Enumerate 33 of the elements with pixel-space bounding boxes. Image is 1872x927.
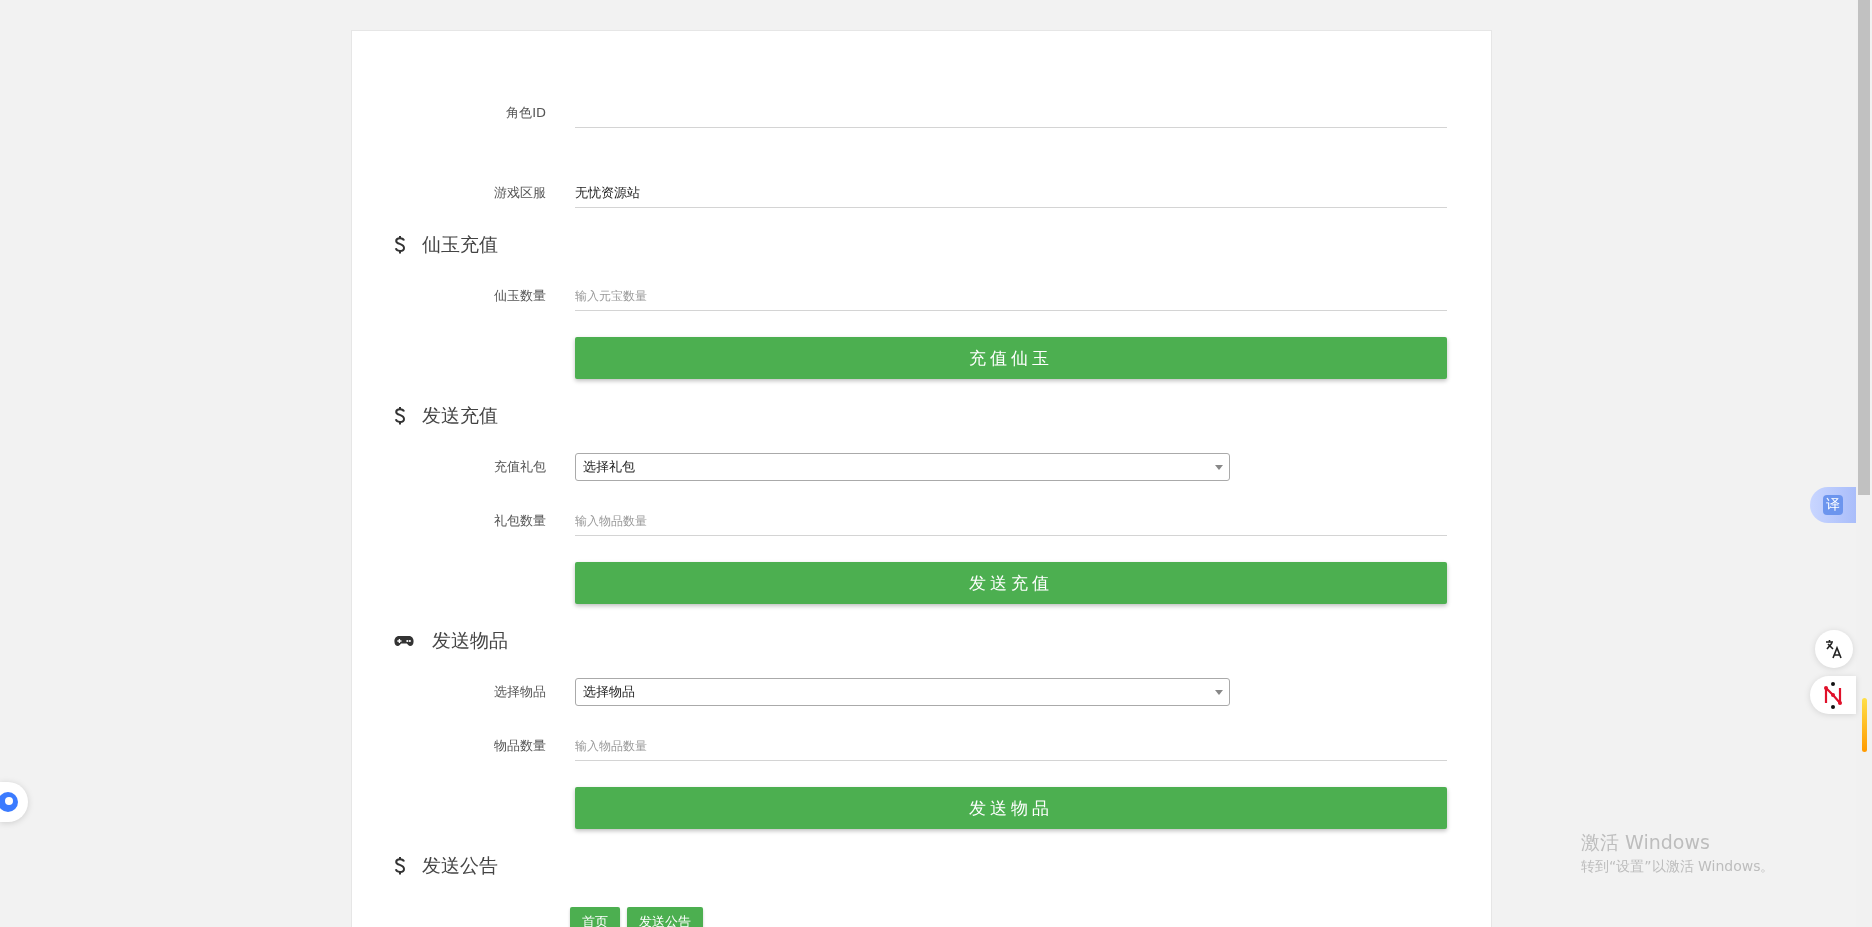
select-field[interactable]: 选择礼包 [575,453,1230,481]
dollar-icon [394,235,406,255]
submit-button[interactable]: 发送充值 [575,562,1447,604]
gamepad-icon [394,635,414,647]
field-label: 选择物品 [493,683,546,701]
section-title: 发送公告 [422,853,498,878]
section-title: 发送充值 [422,403,498,428]
chat-bubble-icon[interactable] [0,782,28,822]
progress-indicator [1862,698,1867,752]
caret-icon [1215,465,1223,470]
field-label: 仙玉数量 [493,287,546,305]
submit-button[interactable]: 充值仙玉 [575,337,1447,379]
input-field[interactable]: 输入物品数量 [575,506,1447,536]
translate-button[interactable]: 译 [1810,487,1856,523]
scrollbar-thumb[interactable] [1858,0,1870,495]
network-logo-icon[interactable] [1810,676,1856,714]
field-label: 物品数量 [493,737,546,755]
dollar-icon [394,406,406,426]
input-field[interactable]: 输入物品数量 [575,731,1447,761]
select-field[interactable]: 选择物品 [575,678,1230,706]
field-label: 礼包数量 [493,512,546,530]
field-label: 充值礼包 [493,458,546,476]
translate-icon[interactable] [1815,630,1853,668]
submit-button[interactable]: 发送物品 [575,787,1447,829]
caret-icon [1215,690,1223,695]
dollar-icon [394,856,406,876]
field-label: 角色ID [505,104,546,122]
input-field[interactable]: 输入元宝数量 [575,281,1447,311]
action-button[interactable]: 发送公告 [627,907,703,927]
section-title: 仙玉充值 [422,232,498,257]
section-title: 发送物品 [432,628,508,653]
input-field[interactable]: 无忧资源站 [575,178,1447,208]
field-label: 游戏区服 [493,184,546,202]
